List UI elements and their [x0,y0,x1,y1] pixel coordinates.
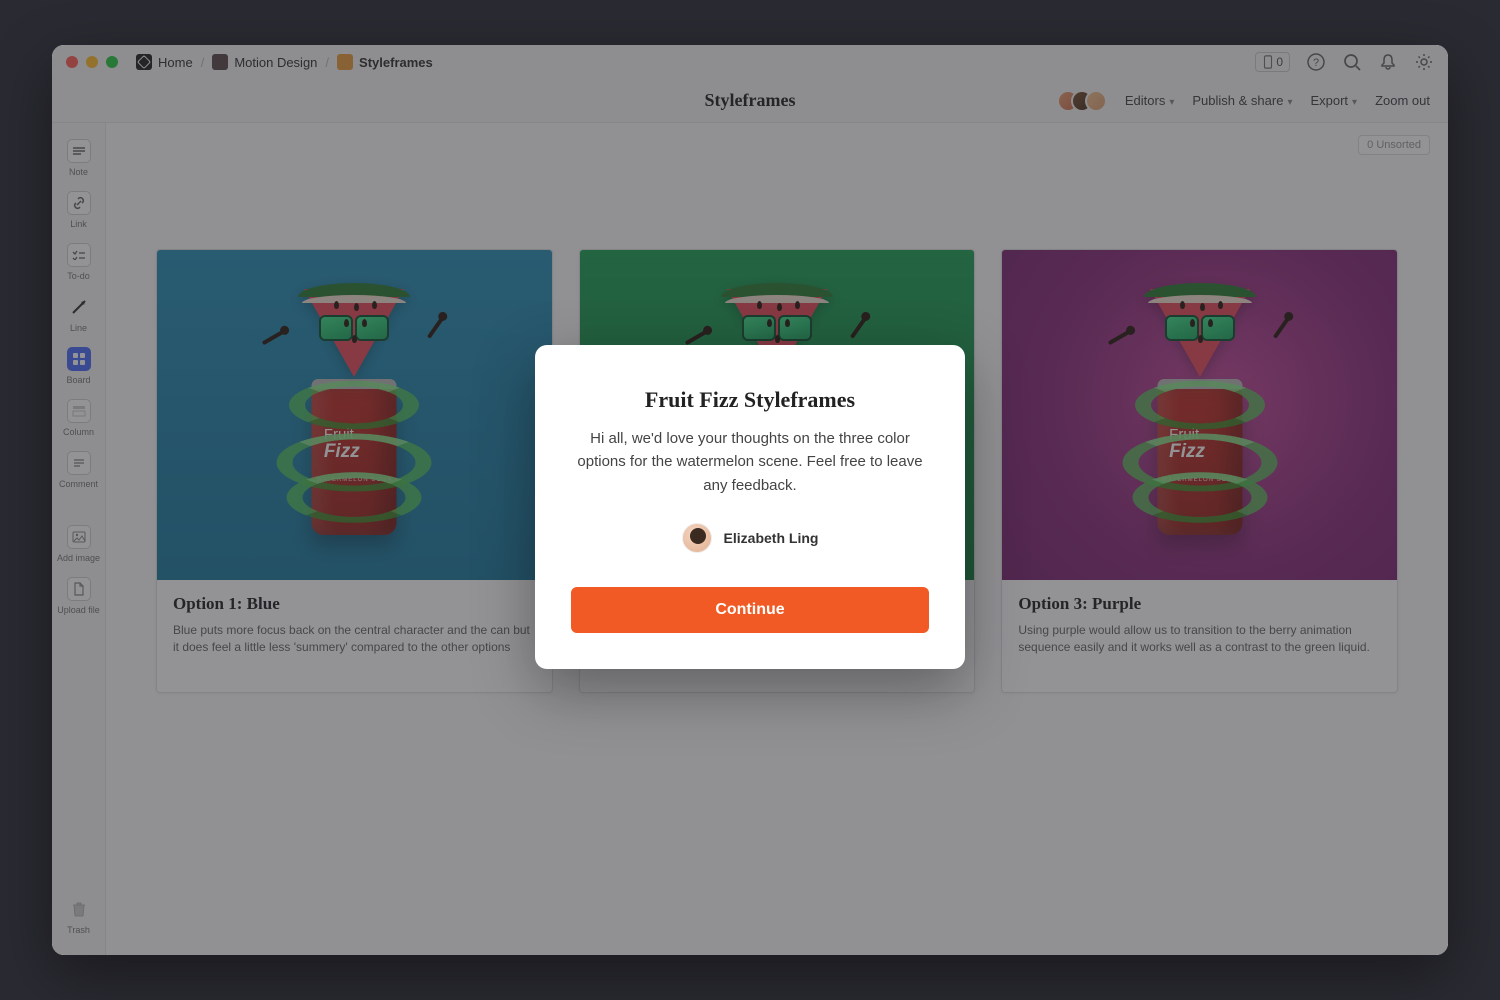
author-name: Elizabeth Ling [724,530,819,546]
modal-title: Fruit Fizz Styleframes [571,387,929,413]
continue-button[interactable]: Continue [571,587,929,633]
author-avatar [682,523,712,553]
app-window: Home / Motion Design / Styleframes 0 ? [52,45,1448,955]
welcome-modal: Fruit Fizz Styleframes Hi all, we'd love… [535,345,965,669]
modal-author: Elizabeth Ling [571,523,929,553]
modal-body: Hi all, we'd love your thoughts on the t… [571,427,929,497]
